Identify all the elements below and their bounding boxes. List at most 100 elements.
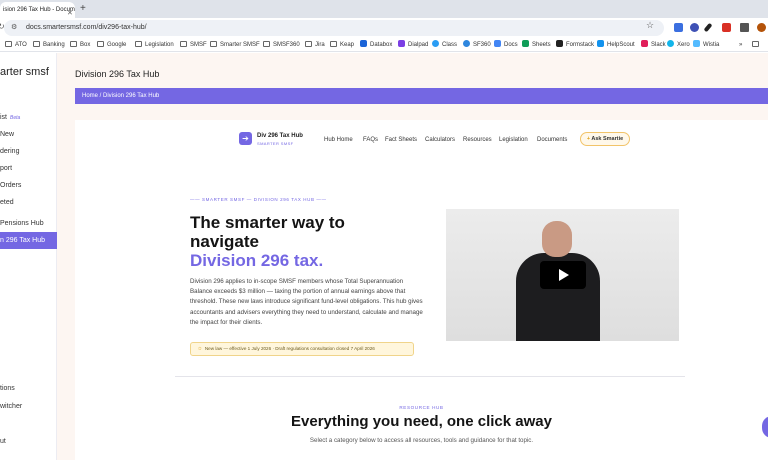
presenter-head	[542, 221, 572, 257]
sidebar-item-switcher[interactable]: witcher	[0, 398, 57, 415]
bookmark-folder-jira[interactable]: Jira	[305, 40, 325, 50]
bookmark-folder-smarter-smsf[interactable]: Smarter SMSF	[210, 40, 260, 50]
sidebar-item-deleted[interactable]: eted	[0, 194, 57, 211]
bookmark-folder-google[interactable]: Google	[97, 40, 126, 50]
extension-icon[interactable]	[722, 23, 731, 32]
nav-legislation[interactable]: Legislation	[499, 137, 528, 143]
site-logo-subtitle: SMARTER SMSF	[257, 141, 294, 146]
arrow-logo-icon[interactable]: ➔	[239, 132, 252, 145]
bookmark-databox[interactable]: Databox	[360, 40, 392, 50]
profile-avatar-icon[interactable]	[757, 23, 766, 32]
bookmark-class[interactable]: Class	[432, 40, 457, 50]
folder-icon	[305, 41, 312, 47]
sidebar-item-options[interactable]: tions	[0, 380, 57, 397]
hero-headline-line2: navigate	[190, 232, 259, 251]
sidebar-item-logout[interactable]: ut	[0, 433, 57, 450]
folder-icon	[330, 41, 337, 47]
embedded-hub-page: ➔ Div 296 Tax Hub SMARTER SMSF Hub Home …	[75, 120, 768, 460]
all-bookmarks-icon[interactable]	[752, 40, 762, 50]
browser-tab-title: ision 296 Tax Hub - Docum	[3, 7, 75, 13]
main-content: Division 296 Tax Hub Home / Division 296…	[57, 53, 768, 460]
nav-resources[interactable]: Resources	[463, 137, 492, 143]
site-logo-title[interactable]: Div 296 Tax Hub	[257, 133, 303, 139]
bookmark-xero[interactable]: Xero	[667, 40, 690, 50]
breadcrumb[interactable]: Home / Division 296 Tax Hub	[75, 88, 768, 104]
play-button[interactable]	[540, 261, 586, 289]
browser-address-bar: ↻ ⚙ docs.smartersmsf.com/div296-tax-hub/…	[0, 18, 768, 38]
nav-fact-sheets[interactable]: Fact Sheets	[385, 137, 417, 143]
bookmark-dialpad[interactable]: Dialpad	[398, 40, 428, 50]
nav-documents[interactable]: Documents	[537, 137, 567, 143]
bookmark-helpscout[interactable]: HelpScout	[597, 40, 635, 50]
sidebar-item-report[interactable]: port	[0, 160, 57, 177]
bookmark-folder-smsf[interactable]: SMSF	[180, 40, 207, 50]
page-title: Division 296 Tax Hub	[75, 69, 160, 79]
bookmark-sheets[interactable]: Sheets	[522, 40, 551, 50]
nav-faqs[interactable]: FAQs	[363, 137, 378, 143]
slack-icon	[641, 40, 648, 47]
xero-icon	[667, 40, 674, 47]
folder-icon	[263, 41, 270, 47]
resource-hub-title: Everything you need, one click away	[291, 413, 552, 430]
dialpad-icon	[398, 40, 405, 47]
site-info-icon[interactable]: ⚙	[11, 23, 17, 31]
folder-icon	[180, 41, 187, 47]
extensions-puzzle-icon[interactable]	[740, 23, 749, 32]
play-icon	[559, 269, 569, 281]
bookmark-slack[interactable]: Slack	[641, 40, 666, 50]
pen-extension-icon[interactable]	[703, 22, 713, 33]
bookmark-folder-legislation[interactable]: Legislation	[135, 40, 174, 50]
url-field[interactable]: ⚙ docs.smartersmsf.com/div296-tax-hub/	[4, 20, 664, 36]
docs-icon	[494, 40, 501, 47]
brand-logo-text: arter smsf	[0, 66, 49, 78]
bookmark-folder-banking[interactable]: Banking	[33, 40, 65, 50]
sidebar-item-new[interactable]: New	[0, 126, 57, 143]
plus-icon: +	[586, 136, 591, 142]
folder-icon	[33, 41, 40, 47]
app-sidebar: arter smsf ist Beta New dering port Order…	[0, 53, 57, 460]
close-tab-icon[interactable]: ✕	[67, 6, 73, 18]
more-bookmarks-icon[interactable]: »	[739, 40, 742, 50]
sidebar-item-div296-tax-hub[interactable]: n 296 Tax Hub	[0, 232, 57, 249]
beta-badge: Beta	[10, 115, 21, 121]
helpscout-icon	[597, 40, 604, 47]
sidebar-item-orders[interactable]: Orders	[0, 177, 57, 194]
section-divider	[175, 376, 685, 377]
formstack-icon	[556, 40, 563, 47]
bookmark-wistia[interactable]: Wistia	[693, 40, 719, 50]
folder-icon	[752, 41, 759, 47]
folder-icon	[70, 41, 77, 47]
url-text: docs.smartersmsf.com/div296-tax-hub/	[26, 24, 147, 31]
browser-tab[interactable]: ision 296 Tax Hub - Docum ✕	[0, 2, 75, 18]
sidebar-item-ordering[interactable]: dering	[0, 143, 57, 160]
nav-calculators[interactable]: Calculators	[425, 137, 455, 143]
bookmark-sf360[interactable]: SF360	[463, 40, 491, 50]
extension-icon[interactable]	[674, 23, 683, 32]
folder-icon	[97, 41, 104, 47]
bookmark-folder-box[interactable]: Box	[70, 40, 90, 50]
intro-video-player[interactable]	[446, 209, 679, 341]
browser-tab-bar: ision 296 Tax Hub - Docum ✕ +	[0, 0, 768, 18]
extension-icon[interactable]	[690, 23, 699, 32]
bookmark-folder-keap[interactable]: Keap	[330, 40, 354, 50]
new-law-notice: ✩ New law — effective 1 July 2026 · Draft…	[190, 342, 414, 356]
ask-smartie-button[interactable]: + Ask Smartie	[580, 132, 630, 146]
bookmark-docs[interactable]: Docs	[494, 40, 518, 50]
bookmark-formstack[interactable]: Formstack	[556, 40, 594, 50]
resource-hub-subtitle: Select a category below to access all re…	[309, 437, 534, 444]
sidebar-item-pensions-hub[interactable]: Pensions Hub	[0, 215, 57, 232]
bookmark-folder-smsf360[interactable]: SMSF360	[263, 40, 300, 50]
class-icon	[432, 40, 439, 47]
sidebar-item-list[interactable]: ist Beta	[0, 109, 57, 126]
hero-description: Division 296 applies to in-scope SMSF me…	[190, 278, 423, 326]
wistia-icon	[693, 40, 700, 47]
nav-hub-home[interactable]: Hub Home	[324, 137, 353, 143]
hero-headline-line1: The smarter way to	[190, 213, 345, 232]
bookmark-folder-ato[interactable]: ATO	[5, 40, 27, 50]
hero-eyebrow: —— SMARTER SMSF — DIVISION 296 TAX HUB —…	[190, 197, 327, 202]
folder-icon	[5, 41, 12, 47]
new-tab-icon[interactable]: +	[80, 3, 86, 14]
folder-icon	[210, 41, 217, 47]
sf360-icon	[463, 40, 470, 47]
bookmark-star-icon[interactable]: ☆	[646, 20, 654, 31]
